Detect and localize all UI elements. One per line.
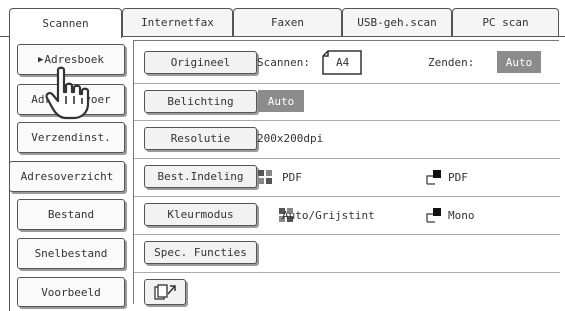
special-functions-button[interactable]: Spec. Functies [144,241,257,264]
tab-usb-scan[interactable]: USB-geh.scan [342,8,452,36]
send-settings-label: Verzendinst. [31,131,111,144]
exposure-text: Auto [267,94,295,108]
settings-panel: Origineel Scannen: A4 Zenden: Auto Belic… [133,40,560,305]
program-icon [154,284,176,300]
selected-arrow-icon: ▶ [37,54,44,65]
resolution-value: 200x200dpi [257,132,324,145]
send-size-label: Zenden: [428,56,475,69]
color-mode-button[interactable]: Kleurmodus [144,203,257,226]
address-overview-label: Adresoverzicht [20,170,114,183]
tab-pc-scan[interactable]: PC scan [452,8,559,36]
address-book-label: Adresboek [44,53,105,66]
color-mode-mono-value: Mono [448,209,475,222]
file-format-label: Best.Indeling [157,170,244,183]
send-settings-button[interactable]: Verzendinst. [17,122,125,153]
row-divider [134,196,560,197]
tab-label: Internetfax [141,16,214,29]
file-button[interactable]: Bestand [17,199,125,230]
tab-scannen[interactable]: Scannen [9,8,122,38]
row-divider [134,158,560,159]
exposure-label: Belichting [167,95,234,108]
program-button[interactable] [144,279,186,305]
address-overview-button[interactable]: Adresoverzicht [9,161,125,192]
tab-label: USB-geh.scan [357,16,437,29]
row-divider [134,272,560,273]
file-label: Bestand [47,208,95,221]
exposure-button[interactable]: Belichting [144,90,257,113]
file-format-mono-value: PDF [448,171,468,184]
quick-file-label: Snelbestand [34,247,108,260]
row-divider [134,83,560,84]
resolution-button[interactable]: Resolutie [144,127,257,150]
tab-label: PC scan [482,16,529,29]
exposure-value: Auto [258,90,304,112]
tab-label: Scannen [42,17,89,30]
row-divider [134,120,560,121]
quick-file-button[interactable]: Snelbestand [17,238,125,269]
original-button[interactable]: Origineel [144,51,257,74]
grid-icon [258,170,272,184]
scan-size-value: A4 [336,56,350,69]
send-size-value: Auto [497,51,541,73]
scan-size-label: Scannen: [257,56,310,69]
send-size-text: Auto [505,55,533,69]
preview-label: Voorbeeld [41,285,101,299]
tab-faxen[interactable]: Faxen [233,8,342,36]
resolution-label: Resolutie [170,132,231,145]
original-label: Origineel [170,56,231,69]
tab-internetfax[interactable]: Internetfax [122,8,233,36]
color-mode-color-value: Auto/Grijstint [282,209,375,222]
file-format-color-value: PDF [282,171,302,184]
row-divider [134,234,560,235]
mono-icon [426,208,441,223]
preview-button[interactable]: Voorbeeld [17,277,125,307]
tab-label: Faxen [270,16,305,29]
mono-icon [426,170,441,185]
file-format-button[interactable]: Best.Indeling [144,165,257,188]
color-mode-label: Kleurmodus [167,208,234,221]
special-functions-label: Spec. Functies [154,246,247,259]
hand-pointer-icon [45,66,90,120]
